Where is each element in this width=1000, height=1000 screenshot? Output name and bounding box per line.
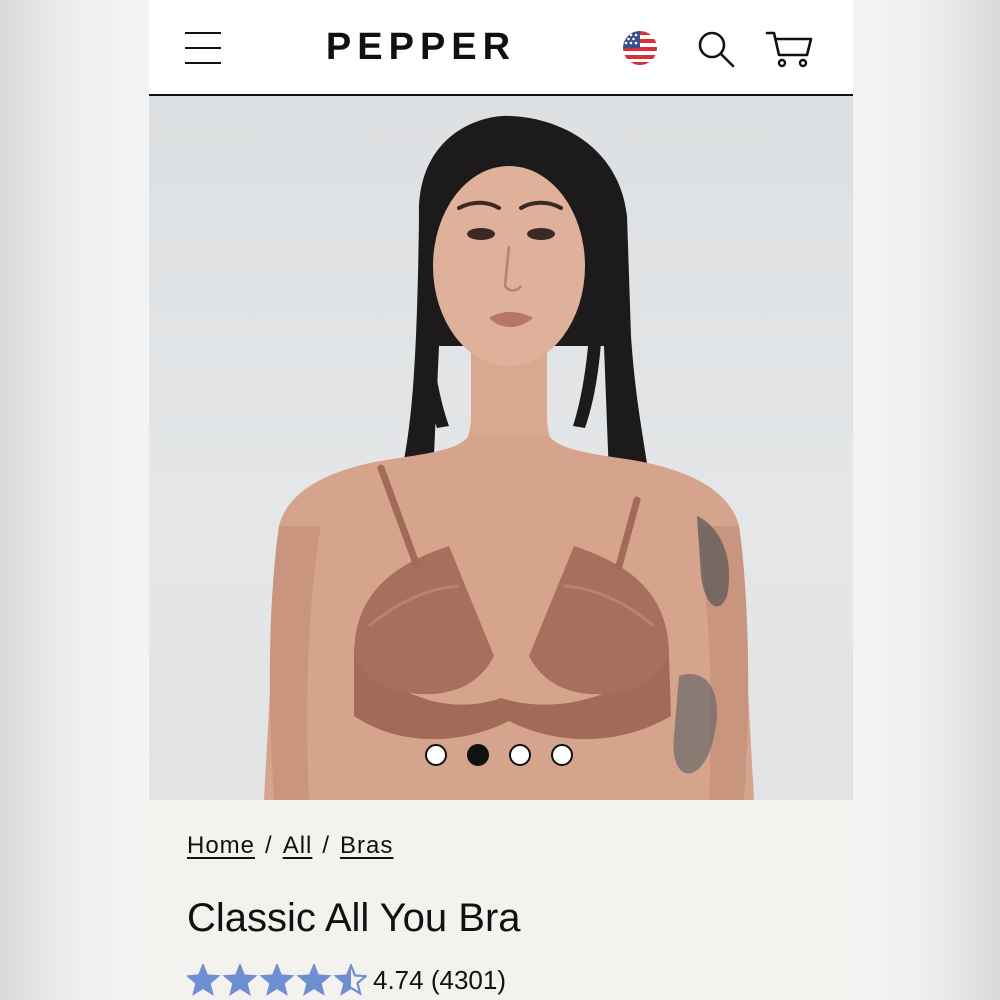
breadcrumb: Home / All / Bras [187,830,393,862]
breadcrumb-home[interactable]: Home [187,832,255,859]
breadcrumb-separator: / [322,832,331,859]
rating-stars [187,964,367,996]
carousel-dot[interactable] [509,744,531,766]
menu-line [185,47,221,49]
carousel-dot[interactable] [551,744,573,766]
menu-line [185,62,221,64]
menu-line [185,32,221,34]
product-title: Classic All You Bra [187,896,521,940]
site-header: PEPPER [149,0,853,96]
us-flag-icon[interactable] [621,30,659,66]
cart-icon[interactable] [765,28,815,70]
breadcrumb-all[interactable]: All [283,832,313,859]
star-full-icon [225,965,255,994]
site-logo[interactable]: PEPPER [309,24,533,70]
product-image[interactable] [149,96,853,800]
star-full-icon [262,965,292,994]
star-full-icon [299,965,329,994]
review-count: (4301) [430,965,506,995]
breadcrumb-bras[interactable]: Bras [340,832,393,859]
menu-icon[interactable] [185,32,221,64]
search-icon[interactable] [695,28,737,70]
rating-text: 4.74 (4301) [373,962,506,998]
carousel-dot[interactable] [425,744,447,766]
rating-value: 4.74 [373,965,424,995]
carousel-dot-active[interactable] [467,744,489,766]
breadcrumb-separator: / [265,832,273,859]
carousel-dots [425,744,581,774]
mobile-page: PEPPER Home / All / Bras Classic All You… [149,0,853,1000]
star-full-icon [188,965,218,994]
